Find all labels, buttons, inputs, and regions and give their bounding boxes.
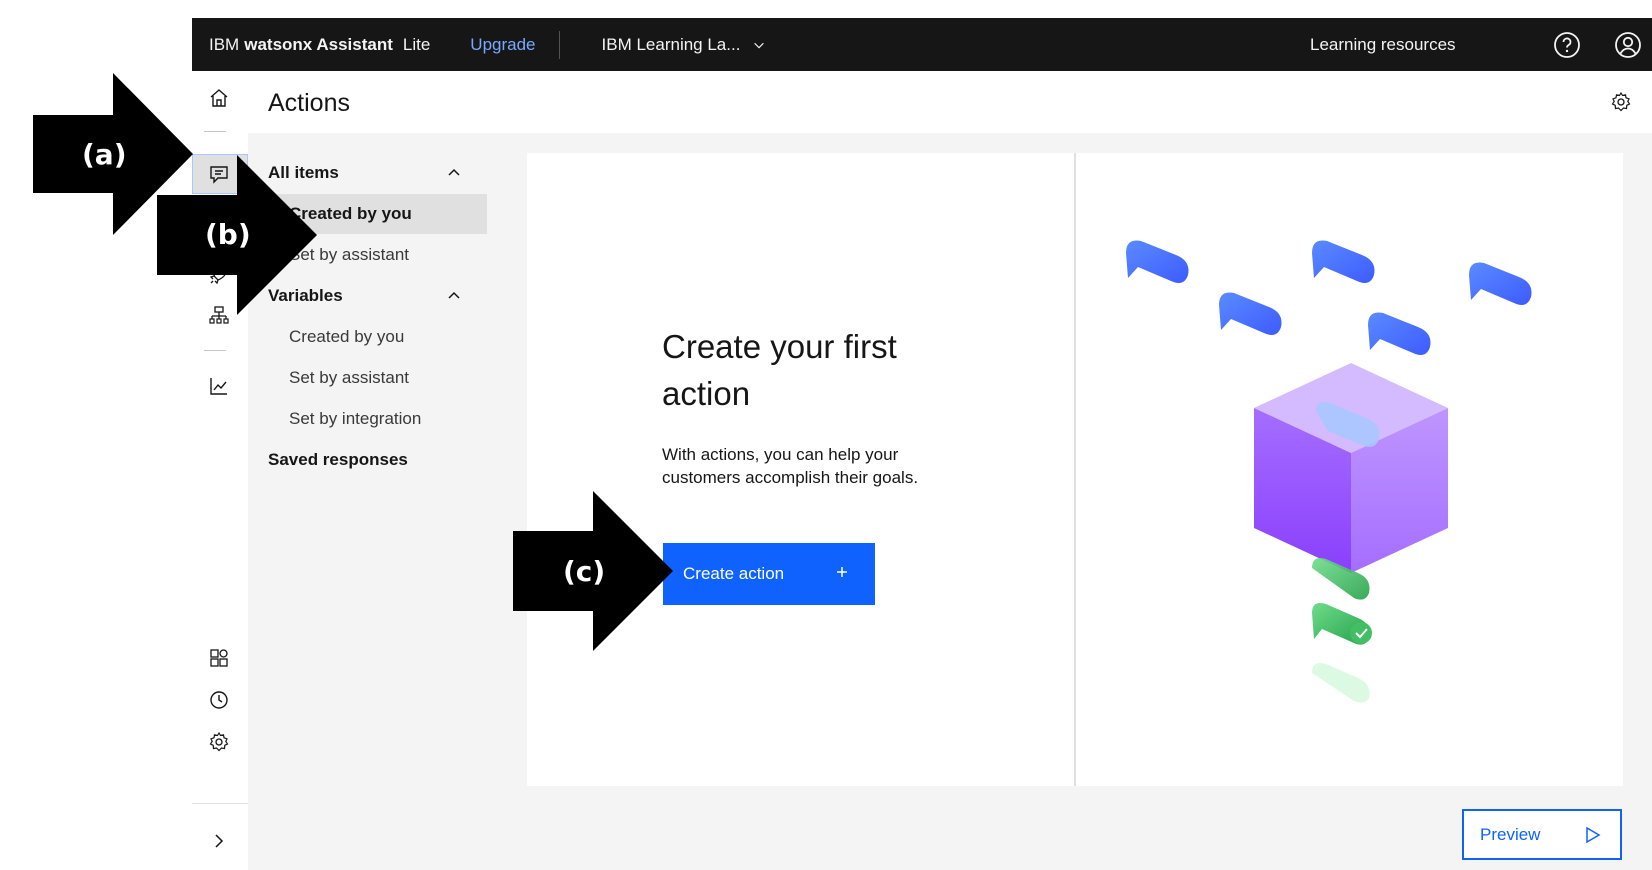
instance-switcher[interactable]: IBM Learning La...	[602, 35, 767, 55]
user-avatar-icon[interactable]	[1613, 30, 1643, 60]
green-check-bubble-shape	[1312, 558, 1372, 703]
empty-state-illustration	[1126, 240, 1532, 703]
analytics-icon[interactable]	[206, 373, 232, 399]
page-header: Actions	[248, 71, 1652, 133]
home-icon[interactable]	[206, 85, 232, 111]
rail-bottom-divider	[192, 803, 248, 804]
plus-icon	[837, 567, 847, 577]
history-clock-icon[interactable]	[206, 687, 232, 713]
create-action-label: Create action	[683, 564, 785, 583]
annotation-label-a: (a)	[82, 138, 127, 171]
nav-item-var-set-by-assistant[interactable]: Set by assistant	[248, 358, 487, 398]
brand-product-name: watsonx Assistant	[244, 34, 393, 54]
rail-divider	[204, 131, 226, 132]
expand-chevron-right-icon[interactable]	[206, 828, 232, 854]
chat-bubble-shape	[1126, 240, 1532, 355]
settings-gear-icon[interactable]	[206, 729, 232, 755]
nav-section-label: Saved responses	[268, 450, 408, 469]
nav-section-saved-responses[interactable]: Saved responses	[248, 440, 487, 480]
nav-item-var-created-by-you[interactable]: Created by you	[248, 317, 487, 357]
rail-divider	[204, 350, 226, 351]
upgrade-link[interactable]: Upgrade	[470, 35, 535, 55]
instance-name: IBM Learning La...	[601, 34, 741, 54]
annotation-label-c: (c)	[563, 555, 606, 588]
integrations-icon[interactable]	[206, 645, 232, 671]
learning-resources-link[interactable]: Learning resources	[1310, 18, 1456, 71]
brand-ibm: IBM	[209, 34, 240, 54]
help-icon[interactable]	[1552, 30, 1582, 60]
preview-label: Preview	[1480, 824, 1541, 844]
create-action-button[interactable]: Create action	[663, 543, 875, 605]
chevron-up-icon	[448, 291, 460, 299]
empty-state-description: With actions, you can help your customer…	[662, 445, 919, 487]
purple-cube-shape	[1254, 363, 1448, 573]
annotation-label-b: (b)	[205, 218, 251, 251]
top-bar: IBM watsonx Assistant Lite Upgrade IBM L…	[192, 18, 1652, 71]
play-icon	[1586, 826, 1601, 844]
topbar-divider	[558, 30, 560, 59]
empty-state-title: Create your first action	[662, 328, 897, 412]
chevron-down-icon	[754, 42, 765, 48]
empty-state-card: Create your first action With actions, y…	[527, 153, 1623, 786]
page-settings-gear-icon[interactable]	[1610, 91, 1632, 113]
preview-button[interactable]: Preview	[1462, 809, 1622, 860]
brand-plan: Lite	[402, 34, 431, 54]
chevron-up-icon	[448, 168, 460, 176]
page-title: Actions	[268, 89, 350, 117]
product-brand[interactable]: IBM watsonx Assistant Lite	[209, 35, 430, 55]
nav-item-var-set-by-integration[interactable]: Set by integration	[248, 399, 487, 439]
